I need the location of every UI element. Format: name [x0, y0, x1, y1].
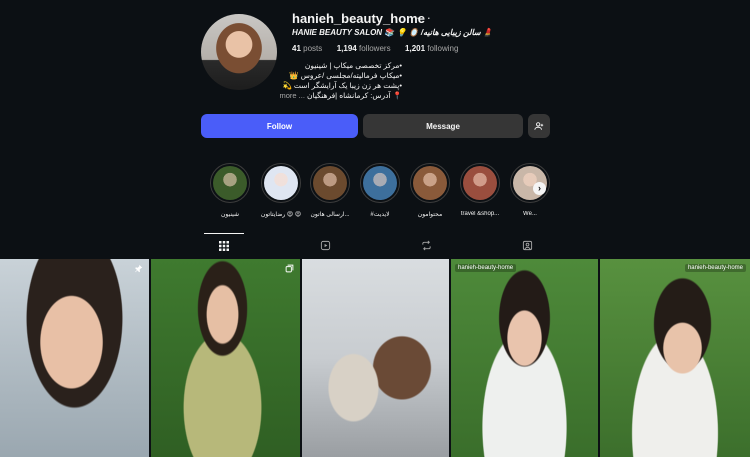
- highlight-cover: [413, 166, 447, 200]
- post-watermark: hanieh-beauty-home: [455, 264, 517, 272]
- highlight-cover: [213, 166, 247, 200]
- post-watermark: hanieh-beauty-home: [684, 264, 746, 272]
- highlight-label: ارسالی هاتون...: [310, 212, 350, 218]
- highlight-label: رضایتاتون 😍 😍: [260, 212, 302, 218]
- profile-username: hanieh_beauty_home: [292, 11, 425, 26]
- post-tile[interactable]: [151, 259, 300, 457]
- highlight-label: travel &shop...: [460, 211, 500, 217]
- suggest-users-button[interactable]: [528, 114, 550, 138]
- highlights-next-button[interactable]: ›: [533, 182, 546, 195]
- followers-count[interactable]: 1,194: [337, 44, 357, 53]
- posts-count: 41: [292, 44, 301, 53]
- tab-tagged[interactable]: [507, 233, 547, 257]
- carousel-icon: [285, 264, 294, 273]
- highlight-label: محتوامون: [417, 212, 443, 218]
- highlight-ring: [460, 163, 500, 203]
- post-tile[interactable]: hanieh-beauty-home: [600, 259, 750, 457]
- follow-button[interactable]: Follow: [201, 114, 358, 138]
- tab-reels[interactable]: [305, 233, 345, 257]
- highlight-ring: [310, 163, 350, 203]
- avatar-image: [201, 14, 277, 90]
- profile-avatar[interactable]: [201, 14, 277, 90]
- profile-category: HANIE BEAUTY SALON 📚 💡 🪞 /سالن زیبایی ها…: [292, 28, 493, 37]
- highlight-item[interactable]: travel &shop...: [457, 163, 503, 217]
- bio-more-link[interactable]: ... more: [280, 91, 305, 100]
- profile-stats: 41 posts 1,194 followers 1,201 following: [292, 44, 458, 53]
- highlight-item[interactable]: محتوامون: [407, 163, 453, 218]
- post-tile[interactable]: [302, 259, 449, 457]
- bio-line: •میکاپ فرمالیته/مجلسی /عروس 👑: [289, 71, 402, 80]
- highlight-item[interactable]: شینیون: [207, 163, 253, 218]
- followers-label[interactable]: followers: [359, 44, 391, 53]
- posts-grid-icon: [219, 241, 229, 251]
- highlight-ring: [261, 163, 301, 203]
- highlight-item[interactable]: We...: [507, 163, 553, 217]
- bio-line: •پشت هر زن زیبا یک آرایشگر است 💫: [282, 81, 402, 90]
- reels-icon: [320, 240, 330, 250]
- post-tile[interactable]: [0, 259, 149, 457]
- bio-line: •مرکز تخصصی میکاپ | شینیون: [304, 61, 402, 70]
- add-user-icon: [534, 122, 544, 130]
- highlight-item[interactable]: رضایتاتون 😍 😍: [258, 163, 304, 218]
- highlight-cover: [463, 166, 497, 200]
- reposts-icon: [421, 240, 431, 250]
- following-count[interactable]: 1,201: [405, 44, 425, 53]
- highlight-item[interactable]: ارسالی هاتون...: [307, 163, 353, 218]
- highlight-cover: [264, 166, 298, 200]
- tab-reposts[interactable]: [406, 233, 446, 257]
- highlight-item[interactable]: #لایدیت: [357, 163, 403, 218]
- more-options-icon[interactable]: ···: [416, 10, 432, 25]
- following-label[interactable]: following: [427, 44, 458, 53]
- highlight-cover: [313, 166, 347, 200]
- highlight-ring: [360, 163, 400, 203]
- posts-label: posts: [303, 44, 323, 53]
- tagged-icon: [522, 240, 532, 250]
- tab-posts[interactable]: [204, 233, 244, 258]
- profile-bio: •مرکز تخصصی میکاپ | شینیون •میکاپ فرمالی…: [280, 61, 403, 101]
- highlight-label: شینیون: [221, 212, 239, 218]
- bio-line: 📍 آدرس: کرمانشاه |فرهنگیان ... more: [280, 91, 403, 101]
- message-button[interactable]: Message: [363, 114, 523, 138]
- highlight-ring: [210, 163, 250, 203]
- highlight-label: #لایدیت: [370, 212, 390, 218]
- highlight-cover: [363, 166, 397, 200]
- profile-tabs: [0, 233, 750, 257]
- pin-icon: [135, 264, 143, 273]
- post-tile[interactable]: hanieh-beauty-home: [451, 259, 598, 457]
- bio-address: 📍 آدرس: کرمانشاه |فرهنگیان: [307, 91, 402, 100]
- highlight-ring: [410, 163, 450, 203]
- highlight-label: We...: [523, 211, 537, 217]
